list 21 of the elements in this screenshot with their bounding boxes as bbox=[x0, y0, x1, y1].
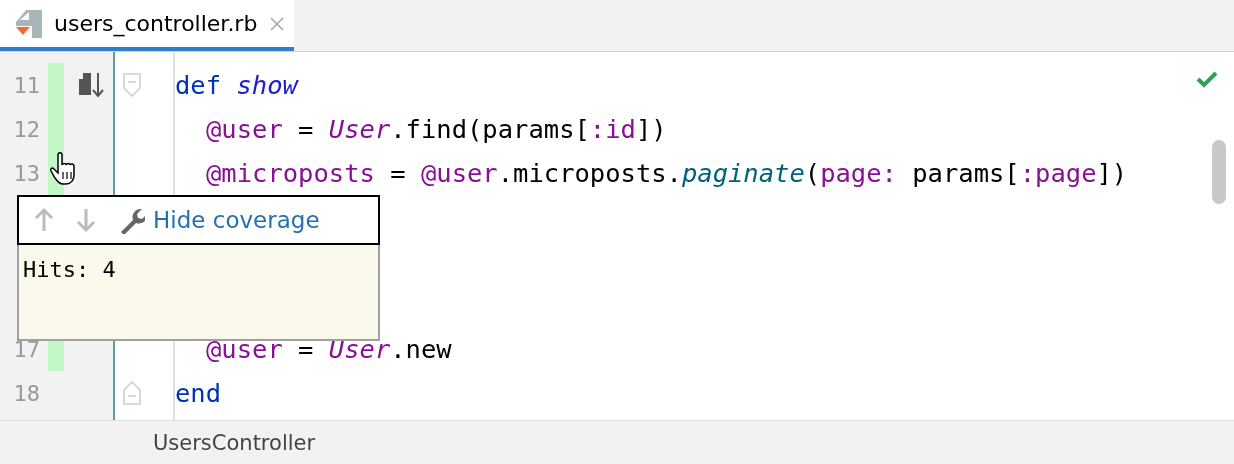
scrollbar-thumb[interactable] bbox=[1212, 140, 1226, 204]
ruby-file-icon bbox=[16, 9, 42, 38]
fold-icon[interactable] bbox=[123, 73, 141, 97]
line-number: 13 bbox=[12, 160, 40, 186]
hits-text: Hits: 4 bbox=[23, 257, 116, 282]
tab-label: users_controller.rb bbox=[54, 11, 258, 36]
fold-icon[interactable] bbox=[123, 381, 141, 405]
line-number: 18 bbox=[12, 380, 40, 406]
breadcrumb[interactable]: UsersController bbox=[153, 430, 316, 455]
code-line: def show bbox=[175, 70, 298, 100]
line-number: 17 bbox=[12, 336, 40, 362]
code-line: @microposts = @user.microposts.paginate(page: params[:page]) bbox=[206, 158, 1128, 188]
coverage-marker[interactable] bbox=[48, 63, 64, 107]
line-number: 12 bbox=[12, 116, 40, 142]
code-line: @user = User.find(params[:id]) bbox=[206, 114, 667, 144]
file-tab[interactable]: users_controller.rb bbox=[0, 0, 294, 51]
code-line: end bbox=[175, 378, 222, 408]
code-line: @user = User.new bbox=[206, 334, 452, 364]
check-icon bbox=[1196, 70, 1218, 88]
line-number: 11 bbox=[12, 72, 40, 98]
close-icon[interactable] bbox=[269, 15, 286, 32]
